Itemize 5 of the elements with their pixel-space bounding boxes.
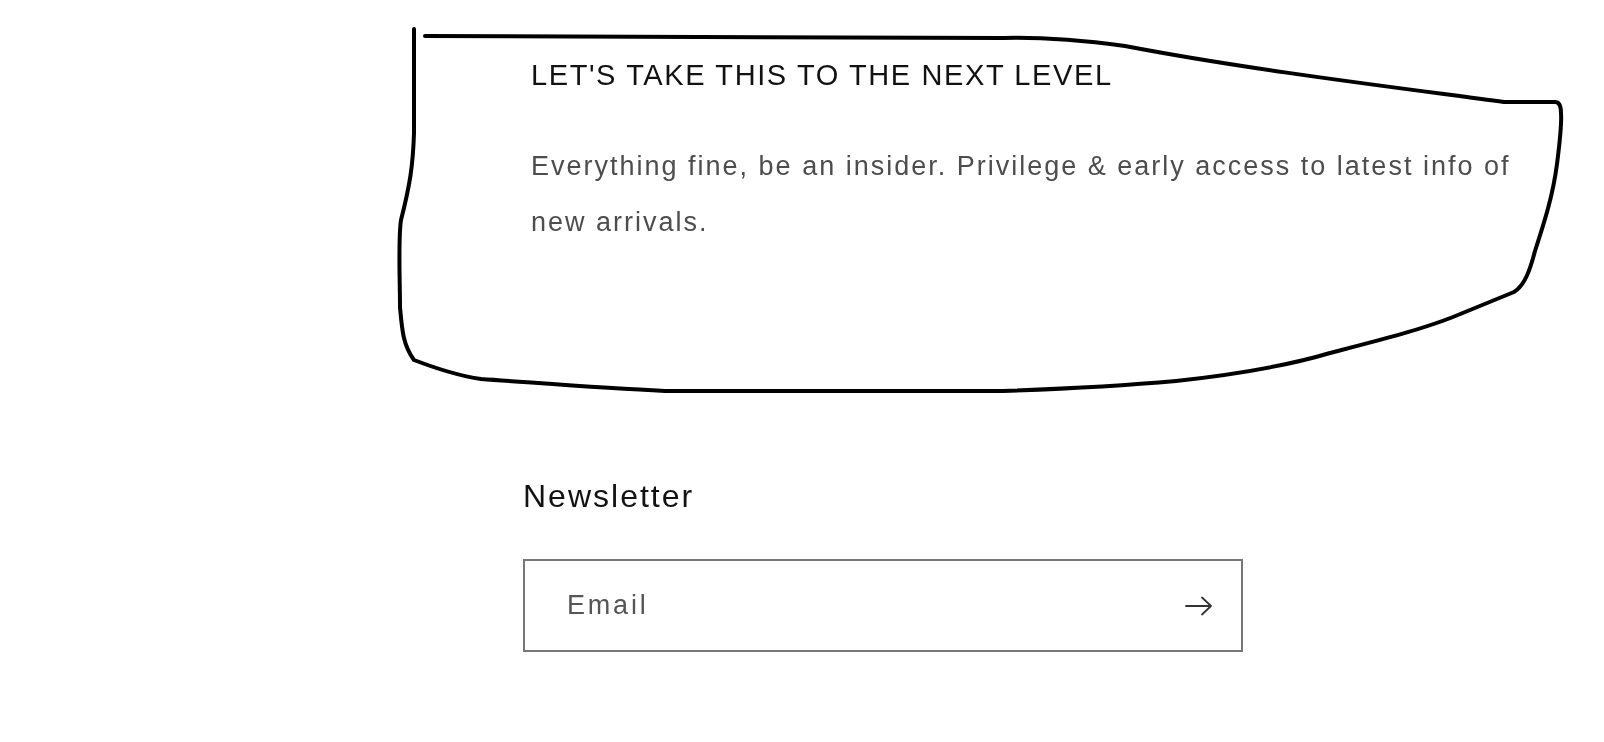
newsletter-heading: Newsletter [523, 477, 696, 515]
email-field[interactable]: Email [523, 559, 1243, 652]
arrow-right-icon [1185, 595, 1213, 616]
promo-heading: LET'S TAKE THIS TO THE NEXT LEVEL [531, 58, 1114, 93]
promo-text: Everything fine, be an insider. Privilege & early access to latest info of new arrivals. [531, 150, 1512, 239]
